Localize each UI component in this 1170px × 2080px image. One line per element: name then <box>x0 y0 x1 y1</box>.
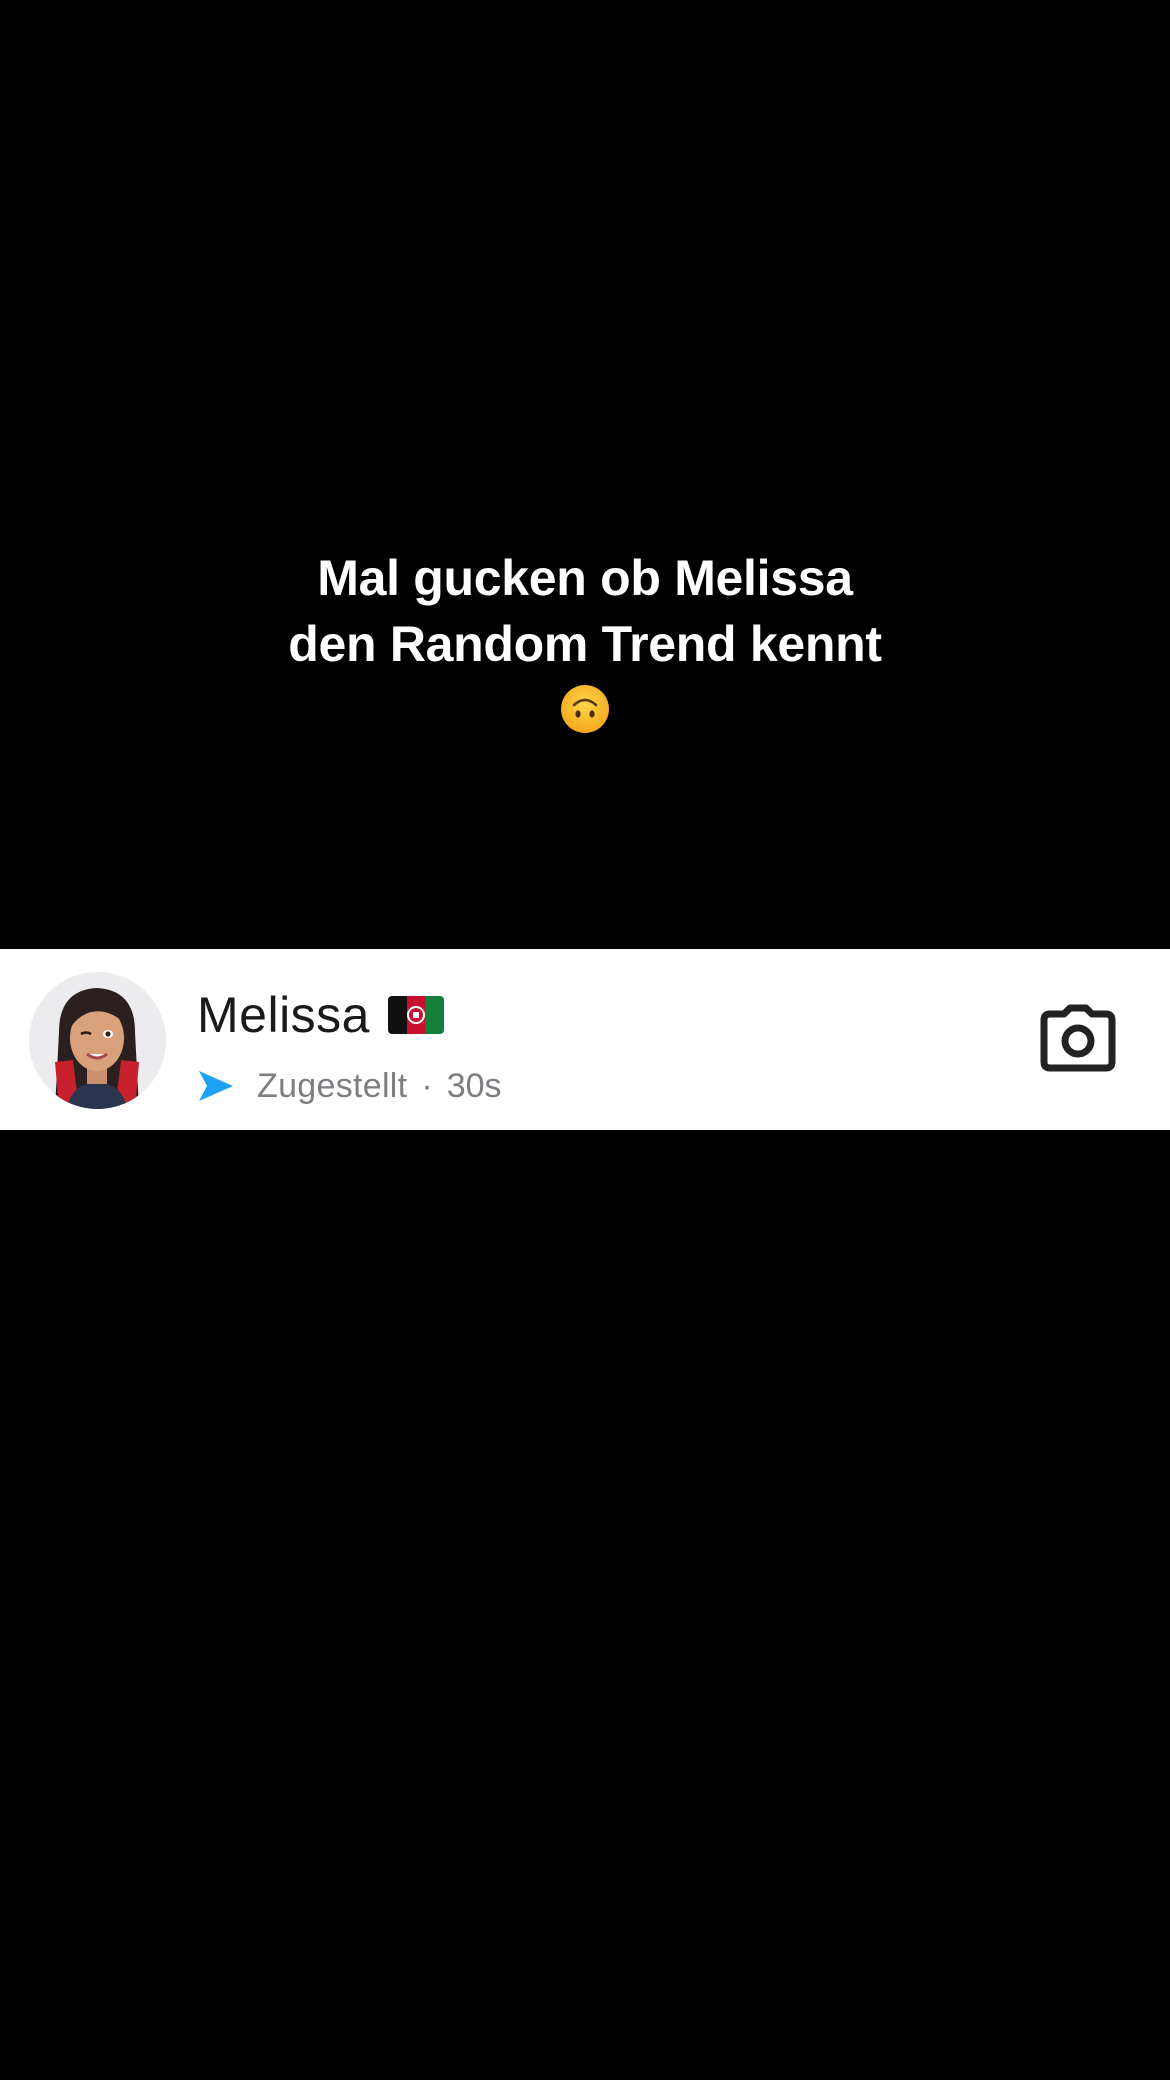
contact-name-row: Melissa <box>197 985 444 1045</box>
sent-arrow-icon <box>199 1071 233 1101</box>
status-time: 30s <box>446 1066 502 1105</box>
camera-icon <box>1040 1004 1116 1072</box>
camera-button[interactable] <box>1040 1004 1116 1074</box>
bitmoji-avatar-icon <box>29 972 166 1109</box>
status-separator: · <box>421 1066 433 1105</box>
contact-name: Melissa <box>197 987 370 1043</box>
caption-line-1: Mal gucken ob Melissa <box>317 550 853 606</box>
caption-emoji-line <box>0 677 1170 751</box>
status-row: Zugestellt · 30s <box>197 1063 502 1109</box>
avatar[interactable] <box>29 972 166 1109</box>
afghanistan-flag-icon <box>387 996 444 1034</box>
caption-line-2: den Random Trend kennt <box>288 616 882 672</box>
video-caption: Mal gucken ob Melissa den Random Trend k… <box>0 545 1170 751</box>
upside-down-face-emoji <box>561 685 609 733</box>
delivery-status: Zugestellt <box>257 1066 408 1105</box>
chat-list-row[interactable]: Melissa Zugestellt · 30s <box>0 949 1170 1130</box>
